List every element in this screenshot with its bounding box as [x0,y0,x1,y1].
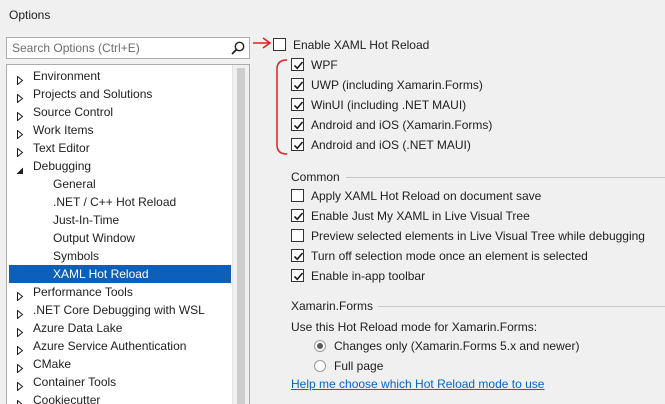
settings-pane: Enable XAML Hot Reload WPF UWP (including… [260,0,665,404]
hot-reload-mode-radio[interactable] [314,360,326,372]
common-label: Enable Just My XAML in Live Visual Tree [311,209,530,223]
tree-item[interactable]: Environment [9,67,231,86]
common-label: Enable in-app toolbar [311,269,426,283]
scrollbar-thumb[interactable] [237,68,245,404]
tree-item[interactable]: Symbols [9,247,231,265]
tree-item[interactable]: General [9,175,231,193]
hot-reload-mode-label: Full page [334,359,384,373]
expand-arrow-icon[interactable] [16,324,24,338]
tree-item-label: Cookiecutter [33,393,101,404]
tree-item-label: Projects and Solutions [33,87,153,101]
common-checkbox[interactable] [291,209,304,222]
search-icon[interactable] [230,40,246,56]
tree-item-label: Debugging [33,159,92,173]
enable-hot-reload-checkbox[interactable] [273,38,286,51]
tree-item-label: .NET Core Debugging with WSL [33,303,205,317]
expand-arrow-icon[interactable] [16,342,24,356]
tree-item[interactable]: Just-In-Time [9,211,231,229]
expand-arrow-icon[interactable] [16,378,24,392]
tree-item-label: Just-In-Time [53,213,120,227]
platform-label: WPF [311,58,338,72]
tree-item-label: Performance Tools [33,285,133,299]
expand-arrow-icon[interactable] [16,108,24,122]
expand-arrow-icon[interactable] [16,396,24,404]
expand-arrow-icon[interactable] [16,72,24,86]
enable-hot-reload-label: Enable XAML Hot Reload [293,38,430,52]
tree-scrollbar[interactable] [232,65,249,404]
hot-reload-mode-label: Changes only (Xamarin.Forms 5.x and newe… [334,339,580,353]
platform-checkbox[interactable] [291,58,304,71]
tree-item-label: Work Items [33,123,94,137]
xamarin-mode-prompt: Use this Hot Reload mode for Xamarin.For… [291,320,538,334]
tree-item-label: Symbols [53,249,100,263]
common-label: Apply XAML Hot Reload on document save [311,189,542,203]
tree-item-label: Azure Service Authentication [33,339,187,353]
options-tree[interactable]: Environment Projects and Solutions Source … [6,64,250,404]
tree-item[interactable]: .NET Core Debugging with WSL [9,301,231,320]
tree-item-label: Azure Data Lake [33,321,123,335]
common-section-title: Common [291,170,340,184]
platform-label: UWP (including Xamarin.Forms) [311,78,483,92]
tree-item-label: .NET / C++ Hot Reload [53,195,177,209]
expand-arrow-icon[interactable] [16,126,24,140]
tree-item[interactable]: Projects and Solutions [9,85,231,104]
tree-item-label: Text Editor [33,141,90,155]
platform-checkbox[interactable] [291,138,304,151]
common-checkbox[interactable] [291,189,304,202]
xamarin-section-title: Xamarin.Forms [291,299,374,313]
tree-item-label: Container Tools [33,375,117,389]
collapse-arrow-icon[interactable] [16,162,24,174]
common-label: Turn off selection mode once an element … [311,249,588,263]
platform-checkbox[interactable] [291,98,304,111]
expand-arrow-icon[interactable] [16,144,24,158]
tree-item[interactable]: Azure Service Authentication [9,337,231,356]
tree-item[interactable]: Source Control [9,103,231,122]
tree-item[interactable]: Performance Tools [9,283,231,302]
tree-item-label: Environment [33,69,101,83]
tree-item-label: CMake [33,357,72,371]
tree-item[interactable]: CMake [9,355,231,374]
tree-item-label: General [53,177,96,191]
tree-item[interactable]: XAML Hot Reload [9,265,231,283]
platform-label: WinUI (including .NET MAUI) [311,98,467,112]
common-label: Preview selected elements in Live Visual… [311,229,645,243]
expand-arrow-icon[interactable] [16,306,24,320]
common-checkbox[interactable] [291,269,304,282]
hot-reload-mode-radio[interactable] [314,340,326,352]
platform-label: Android and iOS (.NET MAUI) [311,138,471,152]
tree-item-label: Output Window [53,231,136,245]
tree-item[interactable]: Azure Data Lake [9,319,231,338]
tree-item[interactable]: Container Tools [9,373,231,392]
tree-item[interactable]: Work Items [9,121,231,140]
expand-arrow-icon[interactable] [16,360,24,374]
help-choose-mode-link[interactable]: Help me choose which Hot Reload mode to … [291,377,544,391]
tree-item-label: Source Control [33,105,114,119]
common-checkbox[interactable] [291,229,304,242]
expand-arrow-icon[interactable] [16,288,24,302]
tree-item[interactable]: Debugging [9,157,231,175]
common-checkbox[interactable] [291,249,304,262]
tree-item[interactable]: Output Window [9,229,231,247]
platform-checkbox[interactable] [291,78,304,91]
expand-arrow-icon[interactable] [16,90,24,104]
tree-item[interactable]: .NET / C++ Hot Reload [9,193,231,211]
platform-checkbox[interactable] [291,118,304,131]
tree-item[interactable]: Cookiecutter [9,391,231,404]
search-input[interactable] [7,38,217,58]
xamarin-separator [378,306,665,307]
common-separator [346,177,665,178]
window-title: Options [9,8,51,22]
tree-item-label: XAML Hot Reload [53,267,149,281]
platform-label: Android and iOS (Xamarin.Forms) [311,118,493,132]
tree-item[interactable]: Text Editor [9,139,231,158]
search-box[interactable] [6,37,250,59]
